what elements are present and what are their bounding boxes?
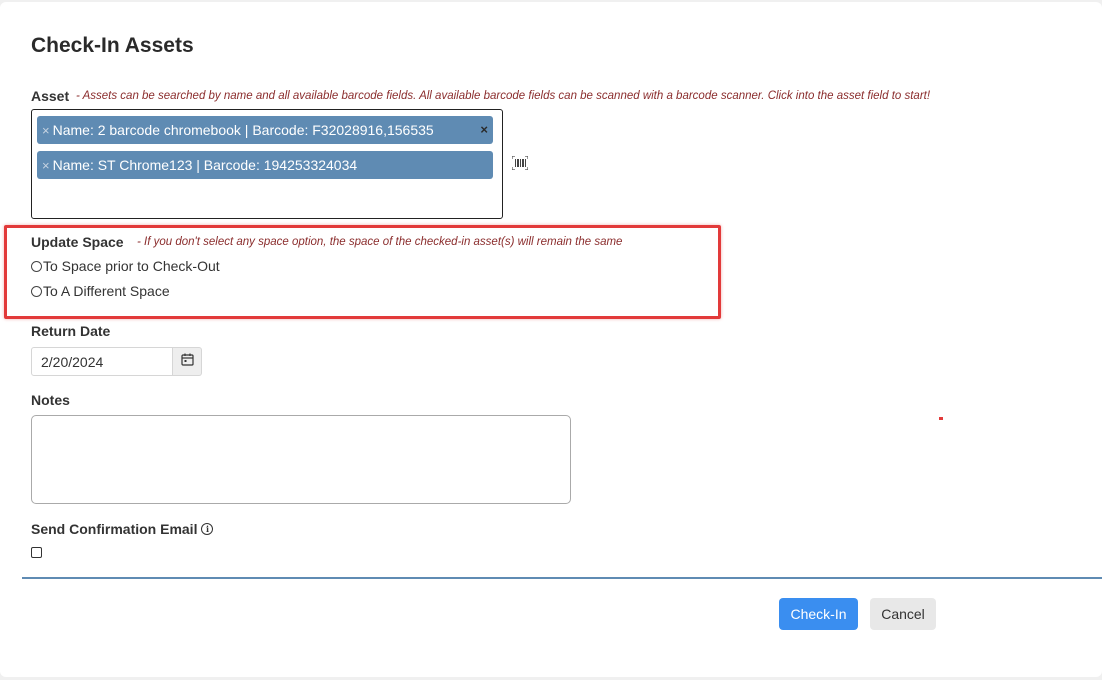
calendar-icon <box>180 353 194 371</box>
asset-chip: × Name: 2 barcode chromebook | Barcode: … <box>37 116 493 144</box>
asset-chip-text: Name: ST Chrome123 | Barcode: 1942533240… <box>52 157 358 173</box>
radio-label: To Space prior to Check-Out <box>43 258 220 274</box>
radio-space-prior-checkout[interactable]: To Space prior to Check-Out <box>31 258 220 274</box>
confirmation-email-text: Send Confirmation Email <box>31 521 198 537</box>
confirmation-email-checkbox[interactable] <box>31 547 42 558</box>
return-date-input[interactable] <box>31 347 173 376</box>
asset-chip: × Name: ST Chrome123 | Barcode: 19425332… <box>37 151 493 179</box>
clear-all-icon[interactable]: × <box>480 122 488 137</box>
radio-button[interactable] <box>31 260 42 272</box>
check-in-button[interactable]: Check-In <box>779 598 858 630</box>
update-space-hint: - If you don't select any space option, … <box>137 236 623 248</box>
asset-label: Asset <box>31 88 70 104</box>
remove-chip-icon[interactable]: × <box>42 158 50 173</box>
dialog-title: Check-In Assets <box>31 34 194 57</box>
radio-label: To A Different Space <box>43 283 170 299</box>
notes-label: Notes <box>31 392 70 408</box>
update-space-label: Update Space <box>31 234 124 250</box>
calendar-button[interactable] <box>173 347 202 376</box>
asset-chip-text: Name: 2 barcode chromebook | Barcode: F3… <box>52 122 434 138</box>
confirmation-email-label: Send Confirmation Email i <box>31 521 214 537</box>
return-date-label: Return Date <box>31 323 111 339</box>
radio-button[interactable] <box>31 285 42 297</box>
asset-hint: - Assets can be searched by name and all… <box>76 90 931 102</box>
cancel-button[interactable]: Cancel <box>870 598 936 630</box>
return-date-picker <box>31 347 202 376</box>
remove-chip-icon[interactable]: × <box>42 123 50 138</box>
radio-different-space[interactable]: To A Different Space <box>31 283 170 299</box>
check-in-dialog: Check-In Assets Asset - Assets can be se… <box>0 2 1102 677</box>
notes-textarea[interactable] <box>31 415 571 504</box>
footer-divider <box>22 577 1102 579</box>
barcode-scanner-icon[interactable] <box>511 155 529 171</box>
red-marker <box>939 417 943 420</box>
info-icon[interactable]: i <box>201 523 214 536</box>
asset-select-input[interactable]: × Name: 2 barcode chromebook | Barcode: … <box>31 109 503 219</box>
